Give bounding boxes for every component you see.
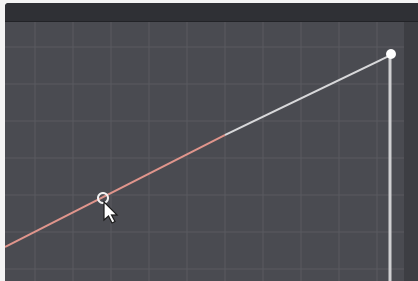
curve-graph-svg xyxy=(5,22,418,281)
curves-panel xyxy=(5,3,418,281)
end-point-handle[interactable] xyxy=(386,49,396,59)
right-panel-edge xyxy=(404,22,418,281)
graph-background xyxy=(5,22,418,281)
curve-graph[interactable] xyxy=(5,22,418,281)
panel-header xyxy=(5,3,418,22)
